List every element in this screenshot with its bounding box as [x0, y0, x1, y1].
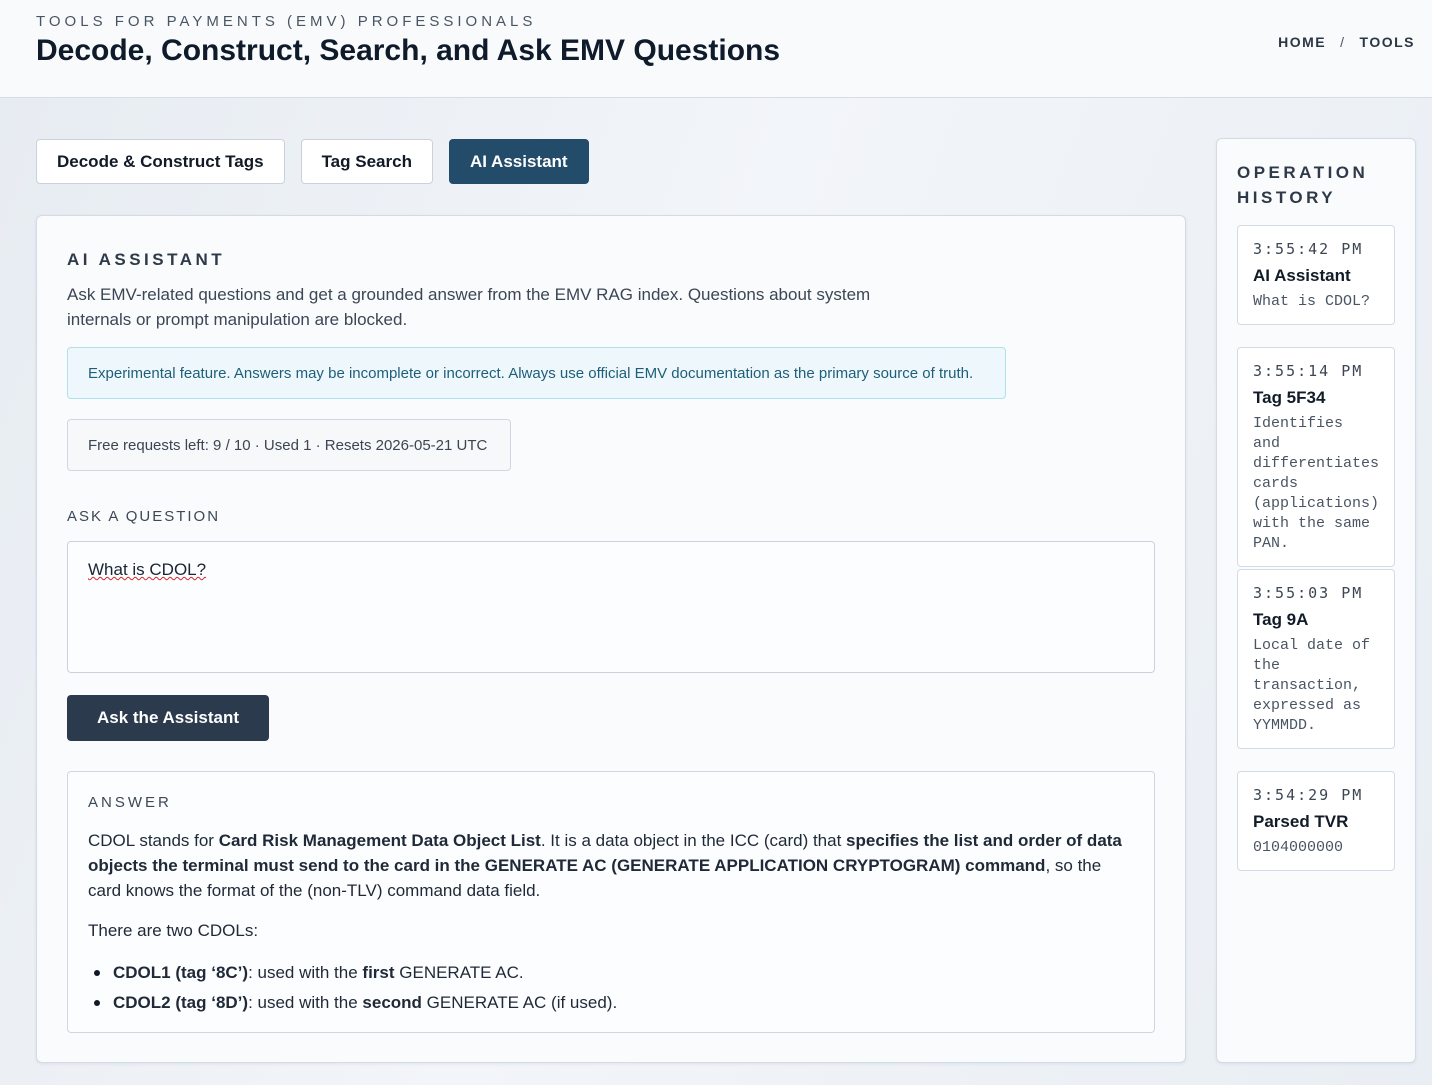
history-name: Tag 5F34 — [1253, 388, 1326, 407]
answer-label: ANSWER — [88, 794, 172, 811]
question-text: What is CDOL? — [88, 560, 207, 579]
history-item[interactable]: 3:55:42 PM AI Assistant What is CDOL? — [1237, 225, 1395, 325]
page-header: TOOLS FOR PAYMENTS (EMV) PROFESSIONALS D… — [0, 0, 1432, 98]
history-time: 3:55:03 PM — [1253, 584, 1364, 602]
list-text: GENERATE AC. — [394, 963, 524, 982]
list-text: : used with the — [248, 993, 363, 1012]
quota-status: Free requests left: 9 / 10 · Used 1 · Re… — [67, 419, 511, 471]
list-text: : used with the — [248, 963, 363, 982]
tab-decode-construct[interactable]: Decode & Construct Tags — [36, 139, 285, 184]
answer-text: CDOL stands for — [88, 831, 219, 850]
history-detail: Identifies and differentiates cards (app… — [1253, 415, 1380, 552]
list-term: CDOL1 (tag ‘8C’) — [113, 963, 249, 982]
ai-assistant-panel: AI ASSISTANT Ask EMV-related questions a… — [36, 215, 1186, 1063]
history-item[interactable]: 3:55:03 PM Tag 9A Local date of the tran… — [1237, 569, 1395, 749]
experimental-notice: Experimental feature. Answers may be inc… — [67, 347, 1006, 399]
history-time: 3:55:14 PM — [1253, 362, 1364, 380]
answer-emphasis: Card Risk Management Data Object List — [218, 831, 541, 850]
section-description: Ask EMV-related questions and get a grou… — [67, 285, 871, 329]
history-item[interactable]: 3:55:14 PM Tag 5F34 Identifies and diffe… — [1237, 347, 1395, 567]
sidebar-title: OPERATION HISTORY — [1237, 163, 1369, 207]
page-eyebrow: TOOLS FOR PAYMENTS (EMV) PROFESSIONALS — [36, 13, 537, 30]
list-item: CDOL1 (tag ‘8C’): used with the first GE… — [94, 958, 1134, 988]
operation-history-sidebar: OPERATION HISTORY 3:55:42 PM AI Assistan… — [1216, 138, 1416, 1063]
page-title: Decode, Construct, Search, and Ask EMV Q… — [36, 34, 781, 67]
list-emphasis: first — [362, 963, 395, 982]
history-name: Parsed TVR — [1253, 812, 1349, 831]
history-name: Tag 9A — [1253, 610, 1309, 629]
history-detail: 0104000000 — [1253, 839, 1344, 856]
history-detail: What is CDOL? — [1253, 293, 1371, 310]
history-time: 3:55:42 PM — [1253, 240, 1364, 258]
breadcrumb-nav: HOME / TOOLS — [1278, 34, 1415, 50]
ask-assistant-button[interactable]: Ask the Assistant — [67, 695, 269, 741]
section-title: AI ASSISTANT — [67, 250, 226, 269]
tab-tag-search[interactable]: Tag Search — [300, 139, 433, 184]
answer-list: CDOL1 (tag ‘8C’): used with the first GE… — [88, 958, 1134, 1018]
question-label: ASK A QUESTION — [67, 508, 221, 525]
answer-paragraph: CDOL stands for Card Risk Management Dat… — [88, 828, 1134, 903]
history-time: 3:54:29 PM — [1253, 786, 1364, 804]
list-term: CDOL2 (tag ‘8D’) — [113, 993, 249, 1012]
nav-separator: / — [1340, 34, 1346, 50]
history-item[interactable]: 3:54:29 PM Parsed TVR 0104000000 — [1237, 771, 1395, 871]
history-detail: Local date of the transaction, expressed… — [1253, 637, 1371, 734]
list-item: CDOL2 (tag ‘8D’): used with the second G… — [94, 988, 1134, 1018]
answer-box: ANSWER CDOL stands for Card Risk Managem… — [67, 771, 1155, 1033]
tool-tabs: Decode & Construct Tags Tag Search AI As… — [36, 139, 589, 184]
tab-ai-assistant[interactable]: AI Assistant — [448, 139, 589, 184]
answer-text: . It is a data object in the ICC (card) … — [540, 831, 847, 850]
answer-paragraph: There are two CDOLs: — [88, 921, 259, 940]
history-name: AI Assistant — [1253, 266, 1351, 285]
question-textarea[interactable]: What is CDOL? — [67, 541, 1155, 673]
nav-home-link[interactable]: HOME — [1278, 34, 1326, 50]
list-text: GENERATE AC (if used). — [421, 993, 618, 1012]
nav-tools-link[interactable]: TOOLS — [1360, 34, 1415, 50]
list-emphasis: second — [362, 993, 422, 1012]
